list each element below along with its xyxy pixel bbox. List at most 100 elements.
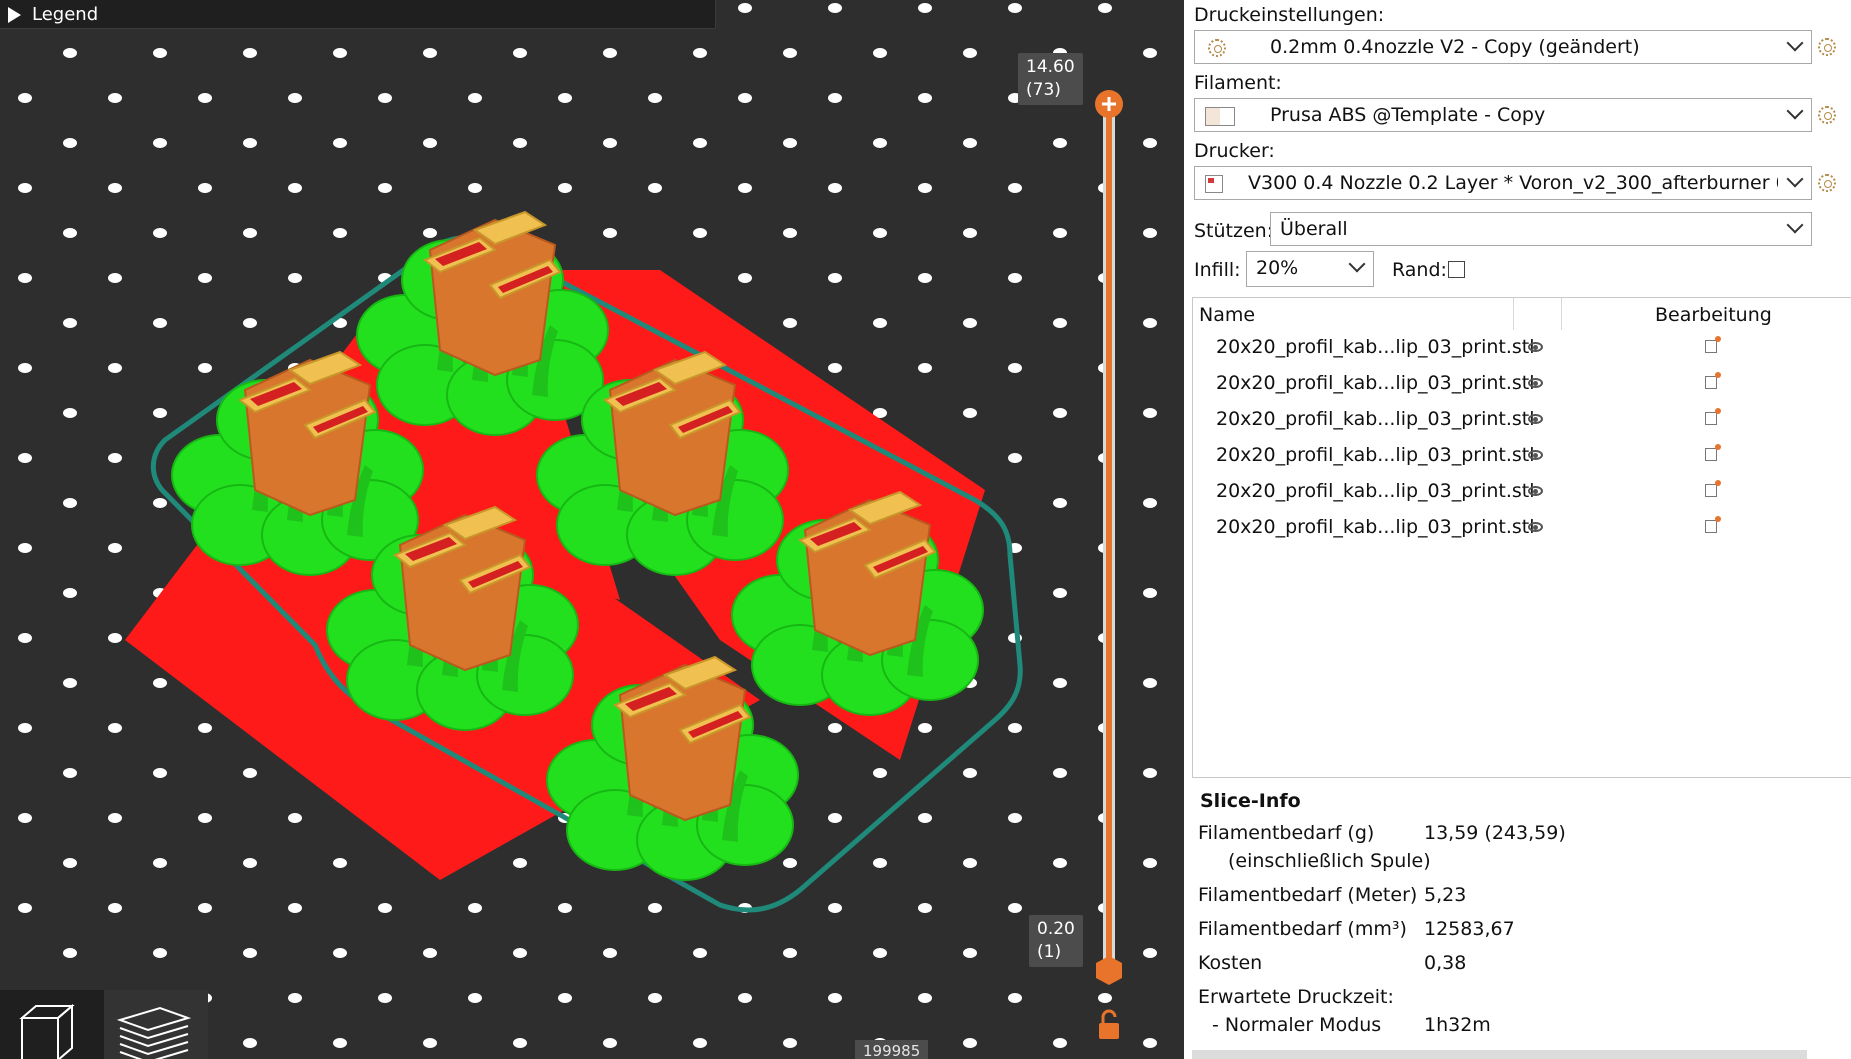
layer-bottom-label: 0.20 (1) [1029,915,1083,967]
edit-settings-icon[interactable] [1705,408,1721,425]
brim-label: Rand: [1392,259,1447,281]
supports-combo[interactable]: Überall [1270,212,1812,246]
column-separator [1513,298,1514,330]
edit-settings-icon[interactable] [1705,336,1721,353]
bed-dot [198,813,212,823]
lock-icon[interactable] [1099,1009,1119,1039]
object-name: 20x20_profil_kab...lip_03_print.stl [1216,408,1535,430]
3d-view-button[interactable] [0,990,104,1059]
brim-checkbox[interactable] [1448,261,1465,278]
visibility-eye-icon[interactable] [1528,450,1543,460]
bed-dot [423,948,437,958]
bed-dot [738,993,752,1003]
bed-dot [153,408,167,418]
object-row[interactable]: 20x20_profil_kab...lip_03_print.stl [1193,511,1851,547]
bed-dot [468,993,482,1003]
layer-slider[interactable] [1085,80,1135,1059]
visibility-eye-icon[interactable] [1528,522,1543,532]
filament-m-value: 5,23 [1424,884,1467,906]
view-mode-toolbar [0,990,208,1059]
bed-dot [783,318,797,328]
bed-dot [558,993,572,1003]
bed-dot [828,273,842,283]
3d-preview-viewport[interactable]: Legend 14.60 (73) 0.20 (1) 199985 [0,0,1184,1059]
bed-dot [468,903,482,913]
layers-icon [116,1006,192,1059]
bed-dot [378,183,392,193]
chevron-down-icon [1786,216,1804,234]
bed-dot [783,948,797,958]
horizontal-slider-value: 199985 [855,1040,929,1059]
edit-settings-icon[interactable] [1705,480,1721,497]
filament-color-swatch-icon [1205,107,1235,126]
visibility-eye-icon[interactable] [1528,486,1543,496]
bed-dot [18,93,32,103]
bed-dot [288,93,302,103]
object-row[interactable]: 20x20_profil_kab...lip_03_print.stl [1193,331,1851,367]
bed-dot [243,858,257,868]
column-header-edit[interactable]: Bearbeitung [1655,304,1772,326]
bed-dot [1143,138,1157,148]
bed-dot [1008,273,1022,283]
sidebar-scrollbar[interactable] [1192,1050,1807,1059]
print-settings-edit-gear-icon[interactable] [1818,38,1836,56]
layer-slider-bottom-thumb[interactable] [1096,956,1122,985]
bed-dot [1008,723,1022,733]
bed-dot [198,93,212,103]
bed-dot [828,363,842,373]
bed-dot [108,273,122,283]
bed-dot [1008,3,1022,13]
printer-value: V300 0.4 Nozzle 0.2 Layer * Voron_v2_300… [1248,172,1778,194]
print-settings-value: 0.2mm 0.4nozzle V2 - Copy (geändert) [1270,36,1640,58]
bed-dot [63,858,77,868]
bed-dot [1143,678,1157,688]
object-row[interactable]: 20x20_profil_kab...lip_03_print.stl [1193,439,1851,475]
bed-dot [1098,3,1112,13]
bed-dot [423,228,437,238]
printer-combo[interactable]: V300 0.4 Nozzle 0.2 Layer * Voron_v2_300… [1194,166,1812,200]
object-row[interactable]: 20x20_profil_kab...lip_03_print.stl [1193,367,1851,403]
object-name: 20x20_profil_kab...lip_03_print.stl [1216,516,1535,538]
bed-dot [783,138,797,148]
print-settings-combo[interactable]: 0.2mm 0.4nozzle V2 - Copy (geändert) [1194,30,1812,64]
infill-label: Infill: [1194,259,1241,281]
sliced-objects [171,210,984,881]
expand-triangle-icon [8,7,21,23]
bed-dot [468,93,482,103]
printer-edit-gear-icon[interactable] [1818,174,1836,192]
bed-dot [1143,768,1157,778]
bed-dot [243,228,257,238]
preview-layers-button[interactable] [104,990,208,1059]
bed-dot [378,903,392,913]
object-row[interactable]: 20x20_profil_kab...lip_03_print.stl [1193,475,1851,511]
bed-dot [873,48,887,58]
visibility-eye-icon[interactable] [1528,342,1543,352]
visibility-eye-icon[interactable] [1528,378,1543,388]
bed-dot [243,948,257,958]
bed-dot [1143,48,1157,58]
bed-dot [783,48,797,58]
chevron-down-icon [1786,170,1804,188]
object-row[interactable]: 20x20_profil_kab...lip_03_print.stl [1193,403,1851,439]
bed-dot [783,858,797,868]
sliced-object[interactable] [356,210,609,436]
edit-settings-icon[interactable] [1705,372,1721,389]
layer-slider-top-thumb[interactable] [1095,90,1123,118]
print-settings-gear-icon [1208,39,1226,57]
filament-edit-gear-icon[interactable] [1818,106,1836,124]
visibility-eye-icon[interactable] [1528,414,1543,424]
column-header-name[interactable]: Name [1199,304,1255,326]
bed-dot [513,858,527,868]
legend-toggle[interactable]: Legend [0,0,716,29]
edit-settings-icon[interactable] [1705,444,1721,461]
infill-combo[interactable]: 20% [1246,251,1374,287]
layer-top-height: 14.60 [1026,57,1075,77]
filament-combo[interactable]: Prusa ABS @Template - Copy [1194,98,1812,132]
bed-dot [783,228,797,238]
edit-settings-icon[interactable] [1705,516,1721,533]
chevron-down-icon [1348,255,1366,273]
bed-dot [153,498,167,508]
bed-dot [378,93,392,103]
bed-dot [873,318,887,328]
bed-dot [963,318,977,328]
